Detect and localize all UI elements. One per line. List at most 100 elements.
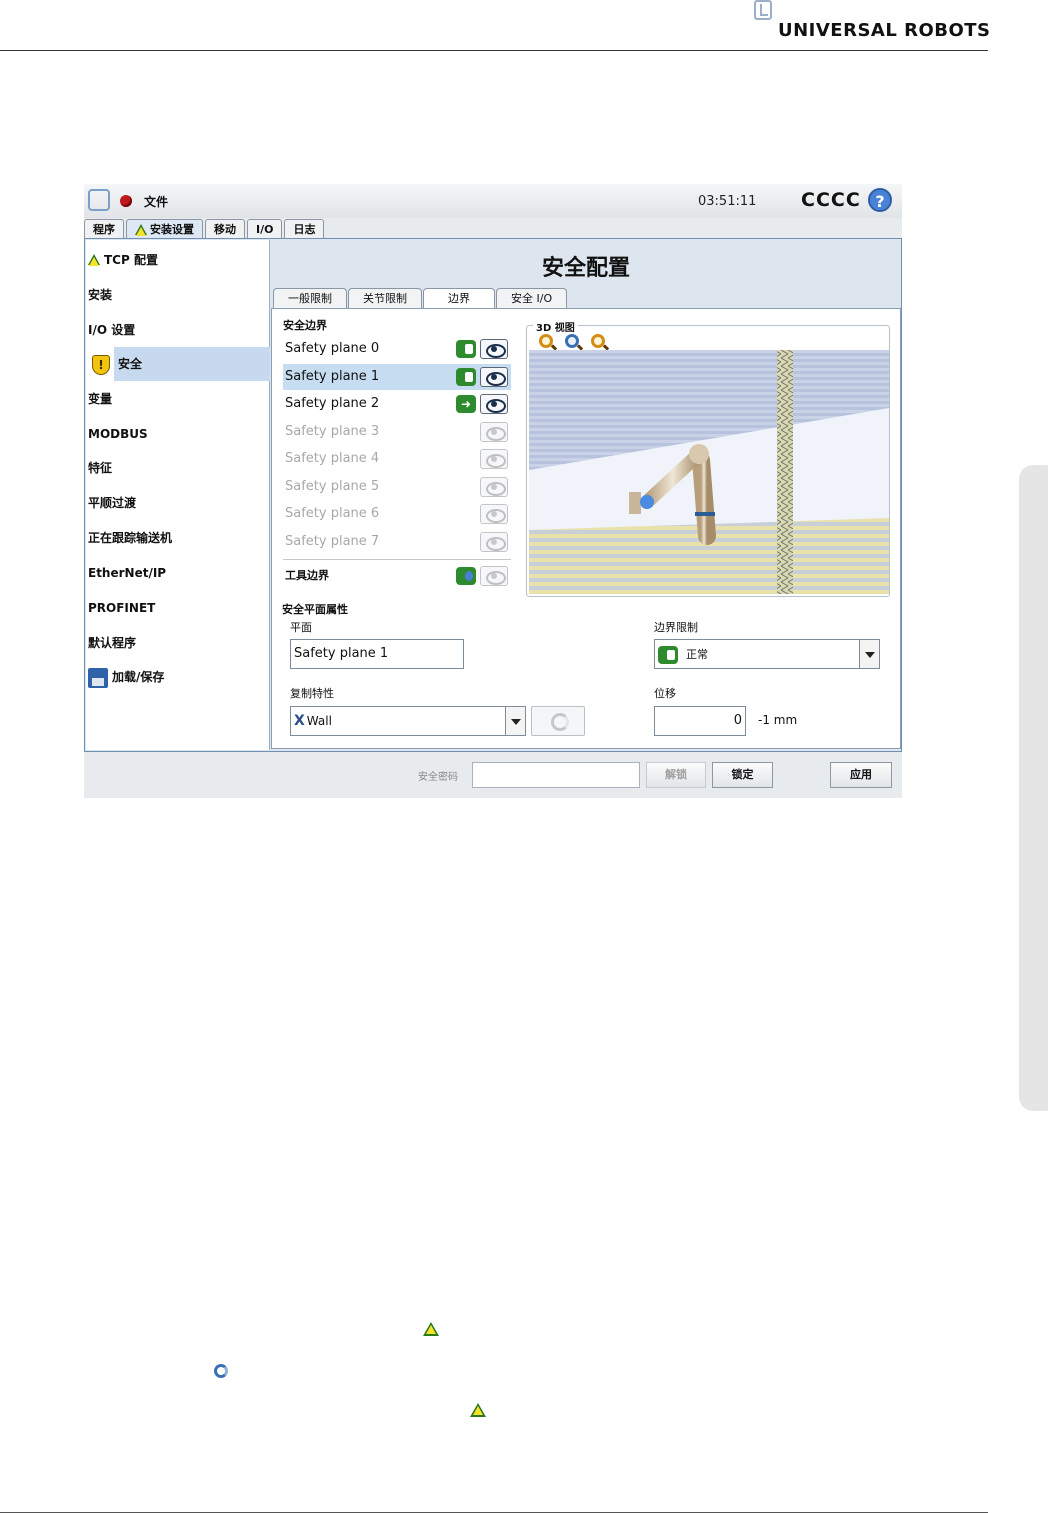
copy-feature-label: 复制特性: [290, 687, 334, 700]
plane-row-3[interactable]: Safety plane 3: [283, 419, 511, 445]
tab-move[interactable]: 移动: [205, 219, 245, 239]
plane-label: Safety plane 3: [285, 424, 380, 439]
sidebar-item-label: TCP 配置: [104, 253, 158, 267]
sub-tabs: 一般限制 关节限制 边界 安全 I/O: [273, 288, 568, 308]
plane-label: Safety plane 0: [285, 341, 380, 356]
boundary-limit-label: 边界限制: [654, 621, 698, 634]
visibility-eye-icon[interactable]: [480, 367, 508, 387]
plane-row-2[interactable]: Safety plane 2 ➜: [283, 391, 511, 417]
warning-icon: [423, 1322, 439, 1336]
plane-row-7[interactable]: Safety plane 7: [283, 529, 511, 555]
sidebar-item-load-save[interactable]: 加载/保存: [86, 660, 270, 694]
robot-scene-graphic: [529, 350, 889, 594]
ur-logo-icon: [88, 189, 110, 211]
tab-io[interactable]: I/O: [247, 219, 283, 239]
boundaries-panel: 安全边界 Safety plane 0 Safety plane 1 Safet…: [271, 308, 901, 749]
help-icon[interactable]: ?: [868, 188, 892, 212]
tab-boundaries[interactable]: 边界: [423, 288, 495, 308]
visibility-eye-icon[interactable]: [480, 394, 508, 414]
zoom-fit-icon[interactable]: [565, 334, 579, 348]
plane-label: Safety plane 4: [285, 451, 380, 466]
visibility-eye-icon[interactable]: [480, 504, 508, 524]
sidebar-item-modbus[interactable]: MODBUS: [86, 417, 270, 451]
mode-normal-icon: [658, 645, 678, 664]
view-3d-label: 3D 视图: [533, 319, 578, 334]
visibility-eye-icon[interactable]: [480, 566, 508, 586]
plane-row-0[interactable]: Safety plane 0: [283, 336, 511, 362]
brand-text: UNIVERSAL ROBOTS: [778, 20, 991, 41]
warning-icon: [470, 1403, 486, 1417]
tool-boundary-row[interactable]: 工具边界: [283, 563, 511, 589]
apply-button[interactable]: 应用: [830, 762, 892, 788]
tool-boundary-label: 工具边界: [285, 569, 329, 582]
sidebar-item-features[interactable]: 特征: [86, 451, 270, 485]
visibility-eye-icon[interactable]: [480, 449, 508, 469]
polyscope-screenshot: 文件 03:51:11 CCCC ? 程序 安装设置 移动 I/O 日志 TCP…: [84, 184, 902, 798]
lock-button[interactable]: 锁定: [712, 762, 773, 788]
plane-row-6[interactable]: Safety plane 6: [283, 501, 511, 527]
visibility-eye-icon[interactable]: [480, 422, 508, 442]
plane-row-1[interactable]: Safety plane 1: [283, 364, 511, 390]
copy-feature-value: Wall: [306, 714, 332, 728]
header-rule: [0, 50, 988, 51]
chevron-down-icon[interactable]: [859, 640, 879, 668]
plane-row-5[interactable]: Safety plane 5: [283, 474, 511, 500]
tab-joint-limits[interactable]: 关节限制: [348, 288, 422, 308]
sidebar-item-safety[interactable]: 安全: [114, 347, 270, 381]
divider: [283, 559, 511, 560]
tab-log[interactable]: 日志: [284, 219, 325, 239]
mode-trigger-icon[interactable]: ➜: [456, 395, 476, 413]
sidebar-item-conveyor-tracking[interactable]: 正在跟踪输送机: [86, 521, 270, 555]
warning-icon: [88, 244, 100, 278]
sidebar-item-default-program[interactable]: 默认程序: [86, 626, 270, 660]
plane-label: Safety plane 1: [285, 369, 380, 384]
tab-installation[interactable]: 安装设置: [126, 219, 203, 239]
sidebar-item-tcp[interactable]: TCP 配置: [86, 243, 270, 277]
plane-label: Safety plane 2: [285, 396, 380, 411]
tab-program[interactable]: 程序: [84, 219, 124, 239]
sidebar-item-profinet[interactable]: PROFINET: [86, 591, 270, 625]
mode-normal-icon[interactable]: [456, 567, 476, 585]
sidebar-item-label: 加载/保存: [112, 670, 165, 684]
chapter-side-tab: [1019, 465, 1048, 1111]
zoom-in-icon[interactable]: [539, 334, 553, 348]
sidebar-item-smooth-transition[interactable]: 平顺过渡: [86, 486, 270, 520]
robot-scene[interactable]: [529, 350, 889, 594]
boundary-limit-select[interactable]: 正常: [654, 639, 880, 669]
boundary-limit-value: 正常: [686, 648, 708, 661]
plane-properties-title: 安全平面属性: [282, 603, 348, 616]
offset-field[interactable]: 0: [654, 706, 746, 736]
mode-normal-icon[interactable]: [456, 340, 476, 358]
refresh-button[interactable]: [531, 706, 585, 736]
tab-general-limits[interactable]: 一般限制: [273, 288, 347, 308]
record-icon: [120, 195, 132, 207]
sidebar-item-mounting[interactable]: 安装: [86, 278, 270, 312]
ur-logo-icon: [754, 0, 772, 20]
main-tabs: 程序 安装设置 移动 I/O 日志: [84, 219, 326, 239]
sidebar-item-variables[interactable]: 变量: [86, 382, 270, 416]
chevron-down-icon[interactable]: [505, 707, 525, 735]
feature-x-icon: X: [294, 713, 305, 729]
plane-name-field[interactable]: Safety plane 1: [290, 639, 464, 669]
offset-unit: -1 mm: [758, 713, 798, 727]
save-icon: [88, 667, 108, 688]
plane-row-4[interactable]: Safety plane 4: [283, 446, 511, 472]
visibility-eye-icon[interactable]: [480, 477, 508, 497]
mode-normal-icon[interactable]: [456, 368, 476, 386]
top-bar: 文件 03:51:11 CCCC ?: [84, 184, 902, 218]
visibility-eye-icon[interactable]: [480, 532, 508, 552]
tab-safety-io[interactable]: 安全 I/O: [496, 288, 568, 308]
sidebar: TCP 配置 安装 I/O 设置 安全 ! 变量 MODBUS 特征 平顺过渡 …: [86, 240, 270, 750]
sidebar-item-label: 安全: [118, 357, 143, 371]
visibility-eye-icon[interactable]: [480, 339, 508, 359]
copy-feature-select[interactable]: X Wall: [290, 706, 526, 736]
refresh-icon: [214, 1364, 228, 1378]
sidebar-item-io-setup[interactable]: I/O 设置: [86, 313, 270, 347]
clock: 03:51:11: [698, 194, 757, 209]
unlock-button[interactable]: 解锁: [646, 762, 706, 788]
password-field[interactable]: [472, 762, 640, 788]
safety-shield-icon: !: [92, 355, 110, 375]
zoom-out-icon[interactable]: [591, 334, 605, 348]
sidebar-item-ethernet-ip[interactable]: EtherNet/IP: [86, 556, 270, 590]
file-menu[interactable]: 文件: [144, 193, 168, 210]
